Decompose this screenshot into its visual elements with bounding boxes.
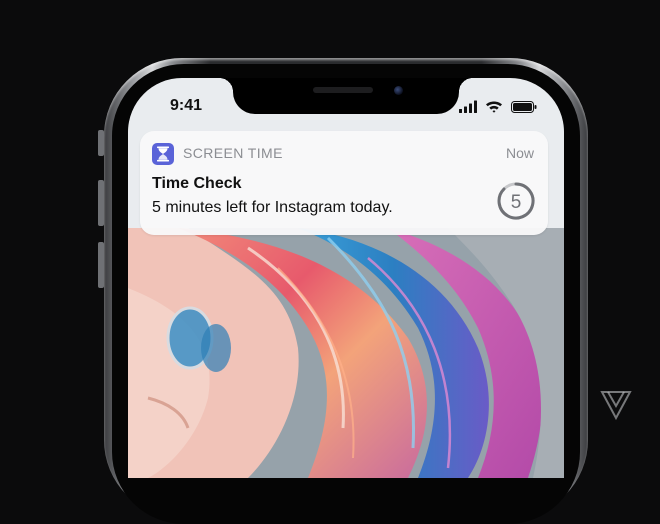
phone-screen: 9:41 SCREEN TIME Now Time Check 5 minute… <box>128 78 564 478</box>
screen-time-notification[interactable]: SCREEN TIME Now Time Check 5 minutes lef… <box>140 131 548 235</box>
notification-app-name: SCREEN TIME <box>183 145 283 161</box>
status-bar-time: 9:41 <box>170 97 203 114</box>
timer-value: 5 <box>511 192 522 213</box>
notification-message: 5 minutes left for Instagram today. <box>152 199 393 216</box>
earpiece-speaker <box>313 87 373 93</box>
wifi-icon <box>486 101 502 113</box>
notification-time: Now <box>505 145 534 161</box>
battery-icon <box>511 101 537 113</box>
volume-down-button <box>98 242 104 288</box>
verge-logo-icon <box>600 391 632 421</box>
timer-countdown-icon: 5 <box>497 182 535 220</box>
status-bar-icons <box>459 100 539 114</box>
volume-up-button <box>98 180 104 226</box>
signal-icon <box>459 100 477 113</box>
mute-switch <box>98 130 104 156</box>
front-camera <box>394 86 403 95</box>
notification-title: Time Check <box>152 175 242 192</box>
notch <box>219 78 473 114</box>
hourglass-icon <box>152 143 174 165</box>
